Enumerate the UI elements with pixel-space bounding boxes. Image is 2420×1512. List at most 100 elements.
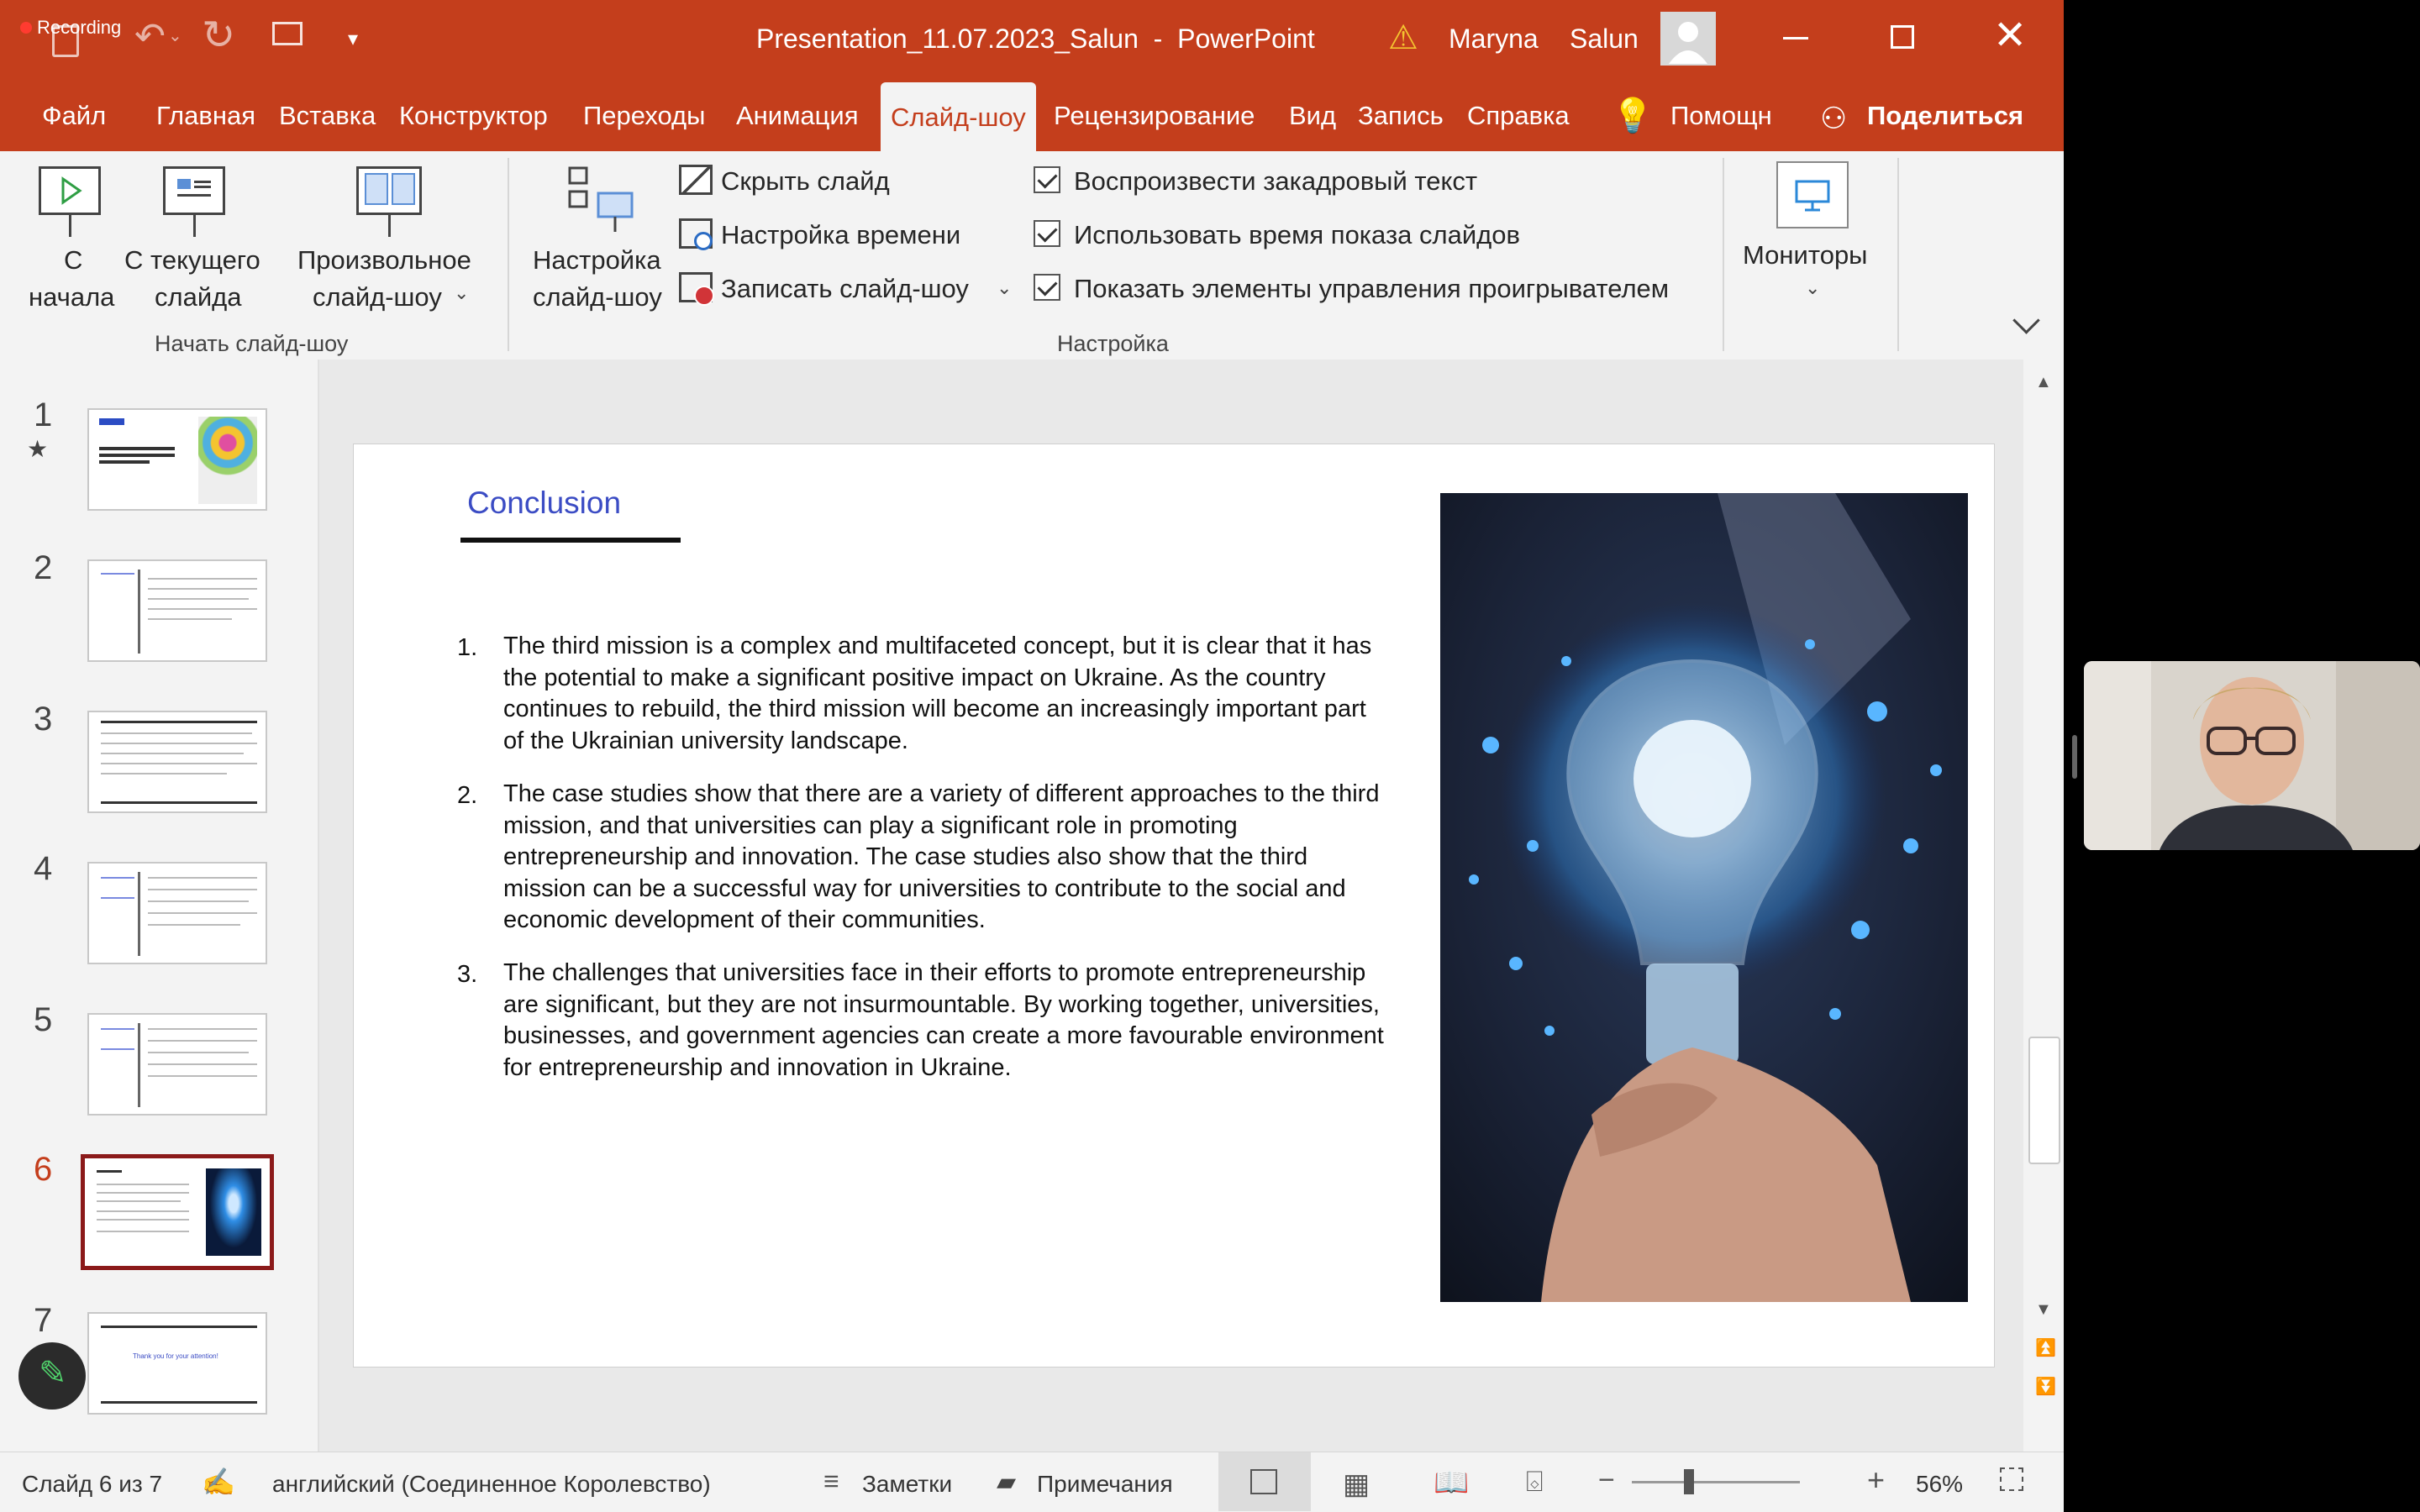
- vertical-scrollbar[interactable]: ▲ ▼ ⏫ ⏬: [2023, 360, 2064, 1452]
- from-start-label-2[interactable]: начала: [29, 282, 114, 312]
- custom-show-label-1[interactable]: Произвольное: [297, 245, 471, 276]
- redo-icon[interactable]: ↻: [202, 12, 235, 59]
- zoom-out-icon[interactable]: −: [1598, 1464, 1615, 1497]
- slide-thumbnails-pane: 1 ★ 2 3 4 5 6 7 Thank you for your atten…: [0, 360, 319, 1452]
- close-button[interactable]: ✕: [1993, 12, 2027, 59]
- slide-sorter-icon[interactable]: ▦: [1343, 1467, 1370, 1501]
- custom-show-dropdown-icon[interactable]: ⌄: [454, 282, 469, 304]
- title-underline: [460, 538, 681, 543]
- notes-button[interactable]: Заметки: [862, 1471, 952, 1498]
- clock-icon: [694, 232, 713, 250]
- record-dropdown-icon[interactable]: ⌄: [997, 277, 1012, 299]
- tab-review[interactable]: Рецензирование: [1054, 81, 1255, 151]
- list-number: 1.: [457, 634, 478, 661]
- narration-checkbox[interactable]: [1034, 166, 1060, 193]
- share-button[interactable]: Поделиться: [1867, 81, 2023, 151]
- tab-transitions[interactable]: Переходы: [583, 81, 705, 151]
- slide-counter[interactable]: Слайд 6 из 7: [22, 1471, 162, 1498]
- from-current-label-1[interactable]: С текущего: [124, 245, 260, 276]
- hide-slide-button[interactable]: Скрыть слайд: [721, 166, 890, 197]
- play-from-start-icon[interactable]: [39, 166, 101, 215]
- avatar[interactable]: [1660, 12, 1716, 66]
- animation-star-icon: ★: [27, 436, 49, 462]
- record-show-button[interactable]: Записать слайд-шоу: [721, 274, 969, 304]
- slide-thumbnail-6-selected[interactable]: [81, 1154, 274, 1270]
- from-start-label-1[interactable]: С: [64, 245, 82, 276]
- undo-icon[interactable]: ↶: [134, 15, 166, 58]
- zoom-slider[interactable]: [1632, 1481, 1800, 1483]
- slide-thumbnail-5[interactable]: [87, 1013, 267, 1116]
- conclusion-point-3[interactable]: The challenges that universities face in…: [503, 958, 1386, 1084]
- slideshow-view-icon[interactable]: ⌺: [1526, 1466, 1543, 1499]
- slide-thumbnail-4[interactable]: [87, 862, 267, 964]
- tab-animations[interactable]: Анимация: [736, 81, 859, 151]
- thumb-number: 2: [34, 549, 53, 586]
- slide-thumbnail-3[interactable]: [87, 711, 267, 813]
- lightbulb-icon[interactable]: 💡: [1612, 96, 1654, 135]
- pen-icon: ✎: [39, 1355, 67, 1392]
- present-icon[interactable]: [272, 22, 302, 45]
- play-from-current-icon[interactable]: [163, 166, 225, 215]
- controls-checkbox[interactable]: [1034, 274, 1060, 301]
- thumb-number: 4: [34, 850, 53, 887]
- monitor-icon[interactable]: [1776, 161, 1849, 228]
- next-slide-icon[interactable]: ⏬: [2035, 1376, 2056, 1397]
- notes-icon: ≡: [823, 1466, 839, 1496]
- scroll-down-icon[interactable]: ▼: [2035, 1300, 2052, 1320]
- list-number: 2.: [457, 782, 478, 809]
- conclusion-point-2[interactable]: The case studies show that there are a v…: [503, 779, 1386, 937]
- slide-title[interactable]: Conclusion: [467, 486, 621, 521]
- scroll-up-icon[interactable]: ▲: [2035, 373, 2052, 392]
- rehearse-timings-button[interactable]: Настройка времени: [721, 220, 960, 250]
- timings-checkbox[interactable]: [1034, 220, 1060, 247]
- zoom-slider-thumb[interactable]: [1684, 1469, 1694, 1494]
- group-start-label: Начать слайд-шоу: [155, 331, 349, 356]
- maximize-button[interactable]: [1891, 25, 1914, 49]
- qat-customize-icon[interactable]: ▾: [348, 27, 358, 51]
- slide-thumbnail-1[interactable]: [87, 408, 267, 511]
- lightbulb-photo[interactable]: [1440, 493, 1968, 1302]
- record-dot-icon: [694, 286, 714, 306]
- undo-dropdown-icon[interactable]: ⌄: [168, 25, 182, 46]
- collapse-ribbon-icon[interactable]: [2012, 307, 2040, 334]
- tab-insert[interactable]: Вставка: [279, 81, 376, 151]
- reading-view-icon[interactable]: 📖: [1434, 1466, 1469, 1499]
- language-indicator[interactable]: английский (Соединенное Королевство): [272, 1471, 711, 1498]
- slide-thumbnail-7[interactable]: Thank you for your attention!: [87, 1312, 267, 1415]
- accessibility-icon[interactable]: ✍: [202, 1466, 235, 1498]
- thumb-number: 7: [34, 1302, 53, 1339]
- hide-slide-icon[interactable]: [679, 165, 713, 195]
- zoom-level[interactable]: 56%: [1916, 1471, 1963, 1498]
- conclusion-point-1[interactable]: The third mission is a complex and multi…: [503, 631, 1386, 757]
- side-panel-handle[interactable]: [2072, 735, 2077, 779]
- powerpoint-window: ↶ ⌄ ↻ ▾ Presentation_11.07.2023_Salun - …: [0, 0, 2064, 1512]
- fit-to-window-icon[interactable]: [2000, 1467, 2023, 1491]
- warning-icon[interactable]: ⚠: [1388, 18, 1418, 57]
- tab-record[interactable]: Запись: [1358, 81, 1444, 151]
- tab-home[interactable]: Главная: [156, 81, 255, 151]
- previous-slide-icon[interactable]: ⏫: [2035, 1337, 2056, 1358]
- pen-tool-button[interactable]: ✎: [18, 1342, 86, 1410]
- tab-slideshow[interactable]: Слайд-шоу: [881, 82, 1036, 151]
- tab-file[interactable]: Файл: [42, 81, 106, 151]
- tell-me-search[interactable]: Помощн: [1670, 81, 1772, 151]
- setup-show-icon[interactable]: [568, 166, 637, 234]
- normal-view-icon: [1250, 1469, 1277, 1494]
- setup-show-label-1[interactable]: Настройка: [533, 245, 661, 276]
- thumb-7-text: Thank you for your attention!: [133, 1352, 218, 1360]
- setup-show-label-2[interactable]: слайд-шоу: [533, 282, 662, 312]
- from-current-label-2[interactable]: слайда: [155, 282, 241, 312]
- tab-design[interactable]: Конструктор: [399, 81, 548, 151]
- monitors-button[interactable]: Мониторы: [1743, 240, 1867, 270]
- tab-view[interactable]: Вид: [1289, 81, 1336, 151]
- zoom-in-icon[interactable]: +: [1867, 1462, 1885, 1498]
- slide-thumbnail-2[interactable]: [87, 559, 267, 662]
- scroll-thumb[interactable]: [2028, 1037, 2060, 1164]
- share-icon[interactable]: ⚇: [1820, 101, 1847, 136]
- comments-button[interactable]: Примечания: [1037, 1471, 1173, 1498]
- minimize-button[interactable]: [1783, 37, 1808, 39]
- monitors-dropdown-icon[interactable]: ⌄: [1805, 277, 1820, 299]
- custom-show-icon[interactable]: [356, 166, 422, 215]
- custom-show-label-2[interactable]: слайд-шоу: [313, 282, 442, 312]
- tab-help[interactable]: Справка: [1467, 81, 1570, 151]
